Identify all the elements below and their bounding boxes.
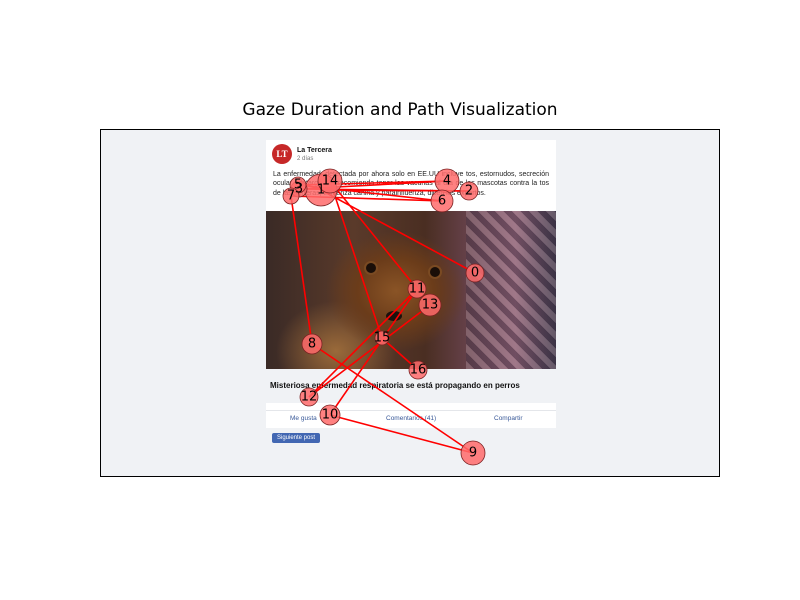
fixation-label: 4 — [443, 174, 451, 189]
fixation-label: 14 — [322, 174, 339, 189]
fixation-label: 15 — [374, 331, 391, 346]
chart-title: Gaze Duration and Path Visualization — [242, 100, 558, 120]
fixation-label: 8 — [308, 337, 316, 352]
fixation-label: 11 — [409, 282, 426, 297]
gaze-path-segment — [329, 180, 383, 339]
fixation-label: 6 — [438, 194, 446, 209]
gaze-path-segment — [329, 414, 474, 454]
fixation-label: 9 — [469, 446, 477, 461]
fixation-label: 10 — [322, 408, 339, 423]
fixation-label: 12 — [301, 390, 318, 405]
fixation-label: 16 — [410, 363, 427, 378]
fixation-label: 7 — [287, 189, 295, 204]
plot-area: LT La Tercera 2 días La enfermedad, dete… — [100, 129, 720, 477]
gaze-path-segment — [329, 288, 418, 416]
fixation-label: 2 — [465, 184, 473, 199]
gaze-path-segment — [308, 288, 418, 398]
gaze-path-segment — [290, 195, 313, 345]
fixation-label: 13 — [422, 298, 439, 313]
fixation-label: 0 — [471, 266, 479, 281]
gaze-path-segment — [311, 343, 474, 454]
gaze-overlay: 01 2345678910111213141516 — [282, 168, 486, 466]
